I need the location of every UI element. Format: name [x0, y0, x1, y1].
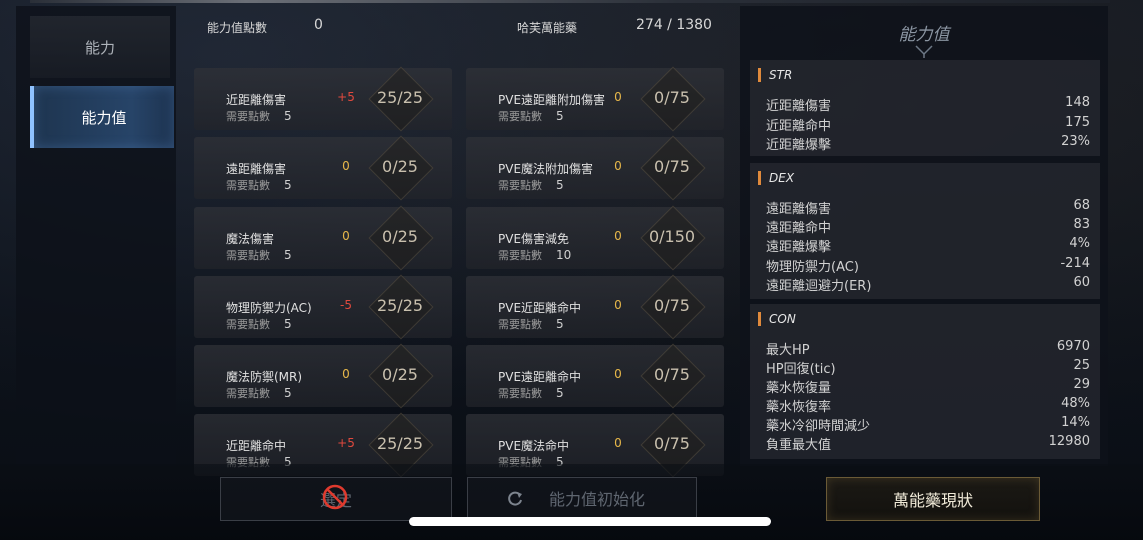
stat-row: HP回復(tic) 25 — [766, 358, 1090, 377]
stat-card[interactable]: 魔法傷害 需要點數 5 0 0/25 — [194, 205, 452, 271]
stat-row: 負重最大值 12980 — [766, 434, 1090, 453]
stat-row: 最大HP 6970 — [766, 339, 1090, 358]
stat-row: 近距離命中 175 — [766, 115, 1090, 134]
stat-requirement: 需要點數 5 — [226, 178, 292, 192]
stat-requirement: 需要點數 5 — [226, 248, 292, 262]
stat-progress: 0/75 — [654, 365, 690, 384]
stat-requirement: 需要點數 10 — [498, 248, 572, 262]
points-value: 0 — [314, 17, 323, 33]
stat-name: PVE傷害減免 — [498, 232, 570, 246]
stat-name: 遠距離傷害 — [226, 162, 287, 176]
stat-requirement: 需要點數 5 — [226, 386, 292, 400]
stat-card[interactable]: 遠距離傷害 需要點數 5 0 0/25 — [194, 135, 452, 201]
stat-requirement: 需要點數 5 — [498, 109, 564, 123]
stat-card[interactable]: 物理防禦力(AC) 需要點數 5 -5 25/25 — [194, 274, 452, 340]
stat-row: 近距離傷害 148 — [766, 95, 1090, 114]
stat-name: 近距離命中 — [226, 439, 287, 453]
potion-label: 哈芙萬能藥 — [517, 21, 578, 35]
stat-progress: 25/25 — [376, 296, 424, 315]
section-heading: DEX — [758, 171, 794, 185]
tab-ability[interactable]: 能力 — [30, 16, 170, 78]
stat-requirement: 需要點數 5 — [498, 386, 564, 400]
stat-name: PVE近距離命中 — [498, 301, 582, 315]
tab-sidebar: 能力 能力值 — [16, 6, 176, 466]
stat-row: 遠距離傷害 68 — [766, 198, 1090, 217]
stat-row: 物理防禦力(AC) -214 — [766, 256, 1090, 275]
stat-card[interactable]: PVE傷害減免 需要點數 10 0 0/150 — [466, 205, 724, 271]
stat-name: 魔法防禦(MR) — [226, 370, 303, 384]
stat-name: PVE魔法命中 — [498, 439, 570, 453]
top-divider — [30, 0, 1110, 3]
stat-card[interactable]: 近距離傷害 需要點數 5 +5 25/25 — [194, 66, 452, 132]
no-entry-icon — [322, 484, 348, 510]
stat-card[interactable]: PVE遠距離附加傷害 需要點數 5 0 0/75 — [466, 66, 724, 132]
stat-progress: 25/25 — [376, 88, 424, 107]
stat-row: 藥水恢復率 48% — [766, 396, 1090, 415]
stat-card[interactable]: 魔法防禦(MR) 需要點數 5 0 0/25 — [194, 343, 452, 409]
stat-progress: 0/25 — [382, 157, 418, 176]
stat-name: 近距離傷害 — [226, 93, 287, 107]
stat-requirement: 需要點數 5 — [498, 317, 564, 331]
stat-name: PVE遠距離附加傷害 — [498, 93, 606, 107]
stat-row: 遠距離迴避力(ER) 60 — [766, 275, 1090, 294]
stat-progress: 0/75 — [654, 157, 690, 176]
section-str: STR 近距離傷害 148 近距離命中 175 近距離爆擊 23% — [750, 60, 1100, 156]
stat-name: 魔法傷害 — [226, 232, 275, 246]
stat-progress: 0/75 — [654, 88, 690, 107]
ornament-icon — [915, 45, 933, 58]
stats-summary-panel: 能力值 STR 近距離傷害 148 近距離命中 175 近距離爆擊 23% DEX 遠… — [740, 6, 1108, 466]
stat-requirement: 需要點數 5 — [226, 317, 292, 331]
stat-row: 近距離爆擊 23% — [766, 134, 1090, 153]
stat-progress: 25/25 — [376, 434, 424, 453]
stat-name: 物理防禦力(AC) — [226, 301, 312, 315]
refresh-icon — [508, 491, 522, 506]
section-dex: DEX 遠距離傷害 68 遠距離命中 83 遠距離爆擊 4% 物理防禦力(AC) -21… — [750, 163, 1100, 299]
stat-requirement: 需要點數 5 — [226, 109, 292, 123]
section-heading: STR — [758, 68, 792, 82]
stat-progress: 0/25 — [382, 227, 418, 246]
stat-progress: 0/25 — [382, 365, 418, 384]
potion-value: 274 / 1380 — [636, 17, 712, 33]
stat-row: 遠距離爆擊 4% — [766, 236, 1090, 255]
stat-row: 藥水冷卻時間減少 14% — [766, 415, 1090, 434]
tab-ability-values[interactable]: 能力值 — [30, 86, 174, 148]
stat-name: PVE魔法附加傷害 — [498, 162, 594, 176]
stat-card[interactable]: PVE遠距離命中 需要點數 5 0 0/75 — [466, 343, 724, 409]
section-heading: CON — [758, 312, 796, 326]
potion-status-button[interactable]: 萬能藥現狀 — [826, 477, 1040, 521]
stat-progress: 0/75 — [654, 434, 690, 453]
stat-row: 藥水恢復量 29 — [766, 377, 1090, 396]
section-con: CON 最大HP 6970 HP回復(tic) 25 藥水恢復量 29 藥水恢復率 48… — [750, 304, 1100, 459]
stat-progress: 0/150 — [648, 227, 696, 246]
reset-stats-button[interactable]: 能力值初始化 — [467, 477, 697, 519]
home-indicator[interactable] — [409, 517, 771, 526]
stat-card[interactable]: PVE魔法附加傷害 需要點數 5 0 0/75 — [466, 135, 724, 201]
points-label: 能力值點數 — [207, 21, 268, 35]
stat-row: 遠距離命中 83 — [766, 217, 1090, 236]
stat-card[interactable]: PVE近距離命中 需要點數 5 0 0/75 — [466, 274, 724, 340]
stats-screen: 能力 能力值 能力值點數 0 哈芙萬能藥 274 / 1380 近距離傷害 需要… — [0, 0, 1143, 540]
stat-progress: 0/75 — [654, 296, 690, 315]
stat-name: PVE遠距離命中 — [498, 370, 582, 384]
panel-title: 能力值 — [898, 25, 950, 45]
stat-requirement: 需要點數 5 — [498, 178, 564, 192]
